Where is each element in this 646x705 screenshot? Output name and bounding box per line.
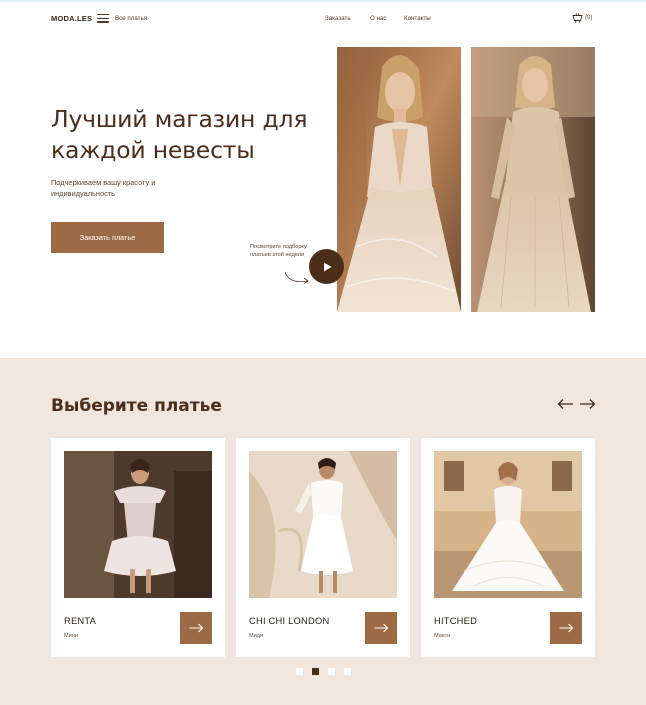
- carousel-pagination: [296, 668, 351, 675]
- nav-about-link[interactable]: О нас: [370, 15, 386, 22]
- arrow-right-icon: [189, 623, 203, 633]
- dress-card[interactable]: HITCHED Макси: [421, 438, 595, 657]
- arrow-left-icon[interactable]: [557, 398, 574, 410]
- page-dot-1[interactable]: [296, 668, 303, 675]
- arrow-right-icon: [559, 623, 573, 633]
- page-dot-2[interactable]: [312, 668, 319, 675]
- dress-photo: [64, 451, 212, 598]
- dress-card[interactable]: RENTA Мини: [51, 438, 225, 657]
- dress-type: Макси: [434, 633, 451, 639]
- hero-subtitle: Подчеркиваем вашу красоту и индивидуальн…: [51, 178, 156, 198]
- curved-arrow-icon: [284, 271, 309, 284]
- nav-contacts-link[interactable]: Контакты: [404, 15, 431, 22]
- dress-name: RENTA: [64, 615, 97, 626]
- play-video-button[interactable]: [309, 249, 344, 284]
- cart-count: (0): [585, 15, 593, 21]
- site-header: MODA.LES Все платья Заказать О нас Конта…: [0, 0, 646, 40]
- dress-type: Мини: [64, 633, 78, 639]
- arrow-right-icon[interactable]: [579, 398, 596, 410]
- open-dress-button[interactable]: [550, 612, 582, 644]
- open-dress-button[interactable]: [180, 612, 212, 644]
- dress-card[interactable]: CHI CHI LONDON Миди: [236, 438, 410, 657]
- hero-photo-1: [337, 47, 461, 312]
- dress-name: HITCHED: [434, 615, 478, 626]
- arrow-right-icon: [374, 623, 388, 633]
- dress-type: Миди: [249, 633, 264, 639]
- open-dress-button[interactable]: [365, 612, 397, 644]
- dress-photo: [249, 451, 397, 598]
- menu-icon[interactable]: [97, 14, 109, 23]
- page-dot-4[interactable]: [344, 668, 351, 675]
- all-dresses-link[interactable]: Все платья: [115, 15, 147, 22]
- dress-name: CHI CHI LONDON: [249, 615, 330, 626]
- cart-button[interactable]: (0): [572, 13, 592, 23]
- hero-title: Лучший магазин для каждой невесты: [51, 105, 308, 164]
- nav-order-link[interactable]: Заказать: [325, 15, 351, 22]
- hero-photo-2: [471, 47, 595, 312]
- logo[interactable]: MODA.LES: [51, 14, 92, 23]
- page-dot-3[interactable]: [328, 668, 335, 675]
- video-note: Посмотрите подборку платьев этой недели: [250, 244, 307, 259]
- order-dress-button[interactable]: Заказать платье: [51, 222, 164, 253]
- play-icon: [323, 262, 331, 271]
- cart-icon: [572, 13, 583, 23]
- catalog-title: Выберите платье: [51, 396, 222, 416]
- catalog-section: Выберите платье RENTA Мини CHI CHI LONDO…: [0, 358, 646, 705]
- dress-photo: [434, 451, 582, 598]
